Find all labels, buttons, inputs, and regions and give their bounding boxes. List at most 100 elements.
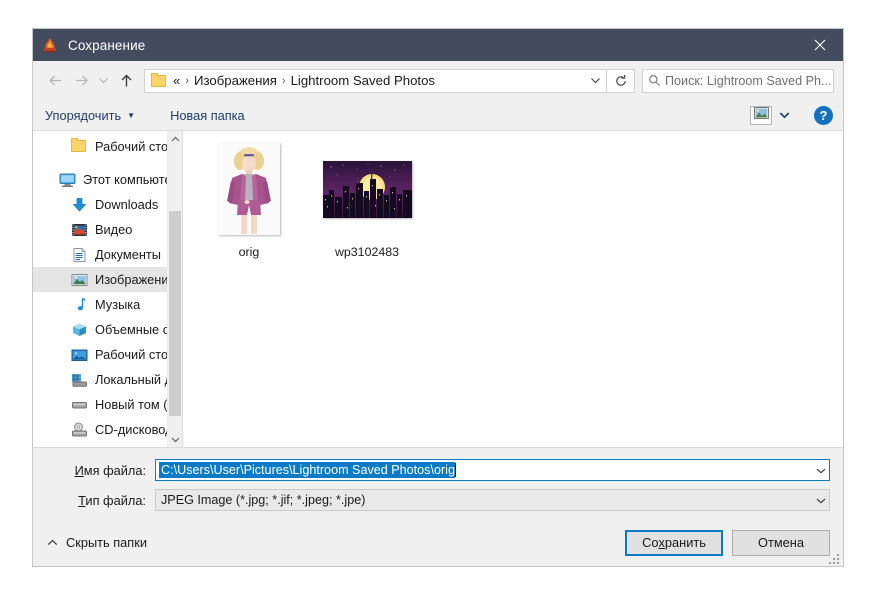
file-name: wp3102483 [334,245,400,259]
filename-value: C:\Users\User\Pictures\Lightroom Saved P… [159,462,455,478]
chevron-down-icon [590,78,600,84]
footer-buttons: Со х ранить Отмена [625,529,830,556]
arrow-up-icon [121,74,131,86]
drive-icon [71,397,88,413]
navigation-bar: « › Изображения › Lightroom Saved Photos [33,61,843,100]
downloads-icon [71,197,88,213]
filetype-label-rest: ип файла: [85,492,146,508]
sidebar-item-label: Рабочий стол [95,347,176,362]
scroll-down-button[interactable] [168,431,182,447]
filetype-select[interactable]: JPEG Image (*.jpg; *.jif; *.jpeg; *.jpe) [155,489,830,511]
sidebar-item-video[interactable]: Видео [33,217,182,242]
back-button[interactable] [42,68,68,94]
scrollbar-thumb[interactable] [169,211,181,416]
chevron-down-icon [816,498,825,503]
filename-label-rest: мя файла: [83,462,146,478]
sidebar-scrollbar[interactable] [167,131,182,447]
text-caret [454,463,456,477]
save-label-part1: Со [642,535,659,550]
file-list[interactable]: orig wp3102483 [183,131,843,447]
save-button[interactable]: Со х ранить [625,529,723,556]
sidebar-item-desktop-quick[interactable]: Рабочий стол [33,134,182,159]
forward-button[interactable] [68,68,94,94]
file-item[interactable]: orig [201,141,297,259]
sidebar-item-new-volume[interactable]: Новый том (D:) [33,392,182,417]
search-input[interactable]: Поиск: Lightroom Saved Ph... [642,68,834,93]
sidebar-item-label: Изображения [95,272,176,287]
filetype-label: Тип файла: [33,493,155,508]
hide-folders-label: Скрыть папки [66,535,147,550]
chevron-down-icon: ▼ [127,110,136,120]
filename-row: Имя файла: C:\Users\User\Pictures\Lightr… [33,459,843,481]
folder-icon [71,137,88,155]
chevron-down-icon[interactable] [779,106,790,124]
arrow-left-icon [48,75,61,86]
sidebar-item-label: Видео [95,222,133,237]
sidebar-item-this-pc[interactable]: Этот компьютер [33,167,182,192]
chevron-down-icon [171,437,179,442]
sidebar-item-documents[interactable]: Документы [33,242,182,267]
help-label: ? [819,107,828,123]
computer-icon [59,172,76,188]
flame-icon [41,36,59,54]
breadcrumb-item-pictures[interactable]: Изображения [194,73,277,88]
3d-objects-icon [71,322,88,338]
resize-grip-icon[interactable] [829,552,840,564]
arrow-right-icon [75,75,88,86]
close-button[interactable] [797,29,843,61]
form-area: Имя файла: C:\Users\User\Pictures\Lightr… [33,448,843,519]
filename-label-accel: И [74,462,84,478]
refresh-icon [615,74,626,86]
thumbnail-wrap [322,141,412,237]
sidebar-item-label: Этот компьютер [83,172,179,187]
filename-dropdown-button[interactable] [812,460,829,480]
sidebar-item-cd-drive[interactable]: CD-дисковод (F [33,417,182,442]
documents-icon [71,247,88,263]
breadcrumb-separator[interactable]: › [277,75,291,87]
sidebar-item-music[interactable]: Музыка [33,292,182,317]
sidebar-item-downloads[interactable]: Downloads [33,192,182,217]
recent-locations-button[interactable] [94,68,113,94]
title-bar: Сохранение [33,29,843,61]
landscape-photo-thumbnail [322,160,412,218]
sidebar-item-local-disk[interactable]: Локальный дис [33,367,182,392]
breadcrumb-overflow[interactable]: « [173,73,180,88]
breadcrumb-item-lightroom[interactable]: Lightroom Saved Photos [291,73,435,88]
save-dialog: Сохранение « › Изображения › Lightroom S… [33,29,843,566]
breadcrumb[interactable]: « › Изображения › Lightroom Saved Photos [144,68,607,93]
filetype-dropdown-button[interactable] [812,490,829,510]
organize-button[interactable]: Упорядочить ▼ [45,108,135,123]
folder-icon [151,72,167,88]
filetype-row: Тип файла: JPEG Image (*.jpg; *.jif; *.j… [33,489,843,511]
sidebar-item-3d-objects[interactable]: Объемные объ [33,317,182,342]
chevron-up-icon [47,535,58,550]
portrait-photo-thumbnail [218,143,280,235]
breadcrumb-dropdown-button[interactable] [584,70,606,92]
video-icon [71,222,88,238]
sidebar-item-pictures[interactable]: Изображения [33,267,182,292]
window-title: Сохранение [68,37,146,53]
file-item[interactable]: wp3102483 [319,141,415,259]
up-button[interactable] [113,68,139,94]
search-icon [643,74,665,87]
close-icon [814,39,826,51]
navigation-pane[interactable]: Рабочий стол Этот компьютер Downloads Ви… [33,131,182,447]
new-folder-button[interactable]: Новая папка [170,108,245,123]
sidebar-item-desktop[interactable]: Рабочий стол [33,342,182,367]
window-controls [797,29,843,61]
scroll-up-button[interactable] [168,131,182,147]
save-label-part2: ранить [664,535,706,550]
hide-folders-button[interactable]: Скрыть папки [47,535,147,550]
filename-label: Имя файла: [33,463,155,478]
sidebar-item-label: Документы [95,247,161,262]
view-mode-button[interactable] [750,105,772,125]
breadcrumb-separator[interactable]: › [180,75,194,87]
filename-input[interactable]: C:\Users\User\Pictures\Lightroom Saved P… [155,459,830,481]
help-button[interactable]: ? [814,105,833,125]
desktop-icon [71,347,88,363]
cancel-button[interactable]: Отмена [732,529,830,556]
sidebar-item-label: Downloads [95,197,159,212]
refresh-button[interactable] [607,68,635,93]
filetype-value: JPEG Image (*.jpg; *.jif; *.jpeg; *.jpe) [161,493,366,507]
